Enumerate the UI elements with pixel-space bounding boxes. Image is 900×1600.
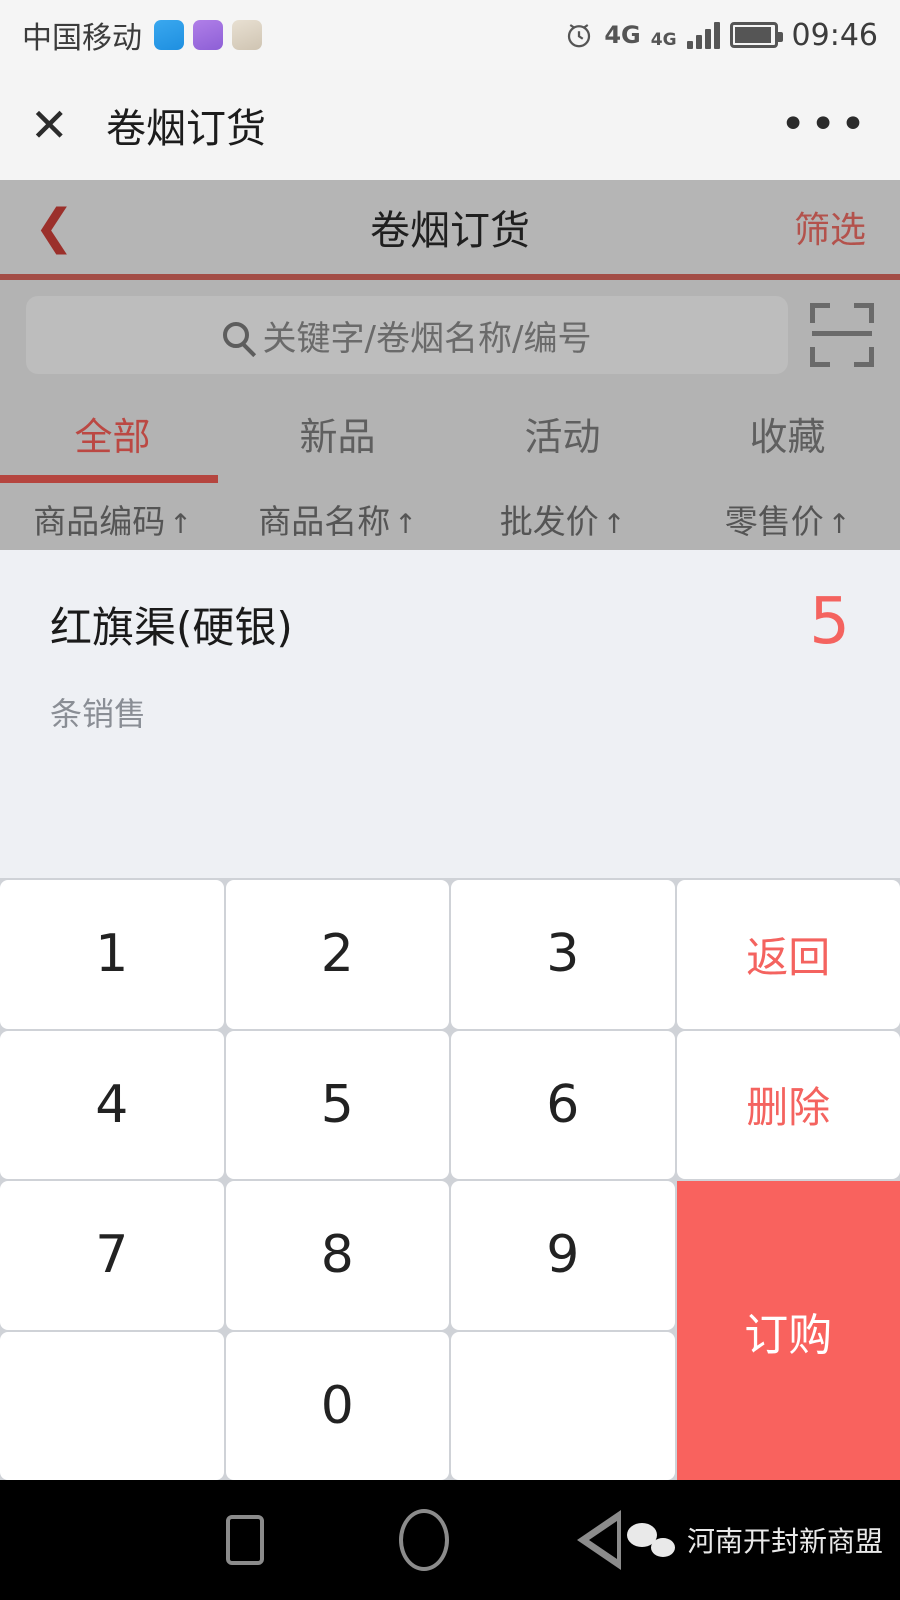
wechat-logo-icon bbox=[627, 1523, 675, 1557]
status-bar: 中国移动 4G 4G 09:46 bbox=[0, 0, 900, 70]
key-5[interactable]: 5 bbox=[225, 1030, 449, 1179]
key-8[interactable]: 8 bbox=[225, 1181, 449, 1330]
sheet-header: 红旗渠(硬银) 5 bbox=[0, 550, 900, 655]
sort-product-code[interactable]: 商品编码 ↑ bbox=[0, 495, 225, 543]
key-2[interactable]: 2 bbox=[225, 880, 449, 1029]
signal-icon bbox=[686, 21, 720, 49]
clock-label: 09:46 bbox=[791, 17, 878, 53]
sort-wholesale-price[interactable]: 批发价 ↑ bbox=[450, 495, 675, 543]
unit-label: 条销售 bbox=[50, 695, 147, 733]
numeric-keypad: 1 2 3 返回 4 5 6 删除 7 8 9 订购 0 bbox=[0, 878, 900, 1480]
carrier-label: 中国移动 bbox=[22, 21, 142, 56]
tab-favorites[interactable]: 收藏 bbox=[675, 390, 900, 483]
app-nav-bar: ❮ 卷烟订货 筛选 bbox=[0, 180, 900, 280]
status-right-icons: 4G 4G 09:46 bbox=[564, 18, 878, 53]
key-blank-right[interactable] bbox=[451, 1331, 675, 1480]
key-9[interactable]: 9 bbox=[451, 1181, 675, 1330]
scan-icon[interactable] bbox=[810, 303, 874, 367]
app-icon-blue bbox=[154, 20, 184, 50]
sort-arrow-icon: ↑ bbox=[169, 509, 192, 540]
search-placeholder: 关键字/卷烟名称/编号 bbox=[262, 318, 592, 359]
phone-screen: 中国移动 4G 4G 09:46 ✕ 卷烟订货 ••• ❮ 卷烟订货 筛选 关键… bbox=[0, 0, 900, 1600]
search-icon bbox=[222, 322, 249, 348]
key-confirm-order[interactable]: 订购 bbox=[676, 1181, 900, 1480]
alarm-icon bbox=[568, 24, 591, 48]
sort-product-code-label: 商品编码 bbox=[33, 502, 166, 541]
sort-wholesale-price-label: 批发价 bbox=[499, 502, 599, 541]
search-row: 关键字/卷烟名称/编号 bbox=[0, 280, 900, 390]
watermark-label: 河南开封新商盟 bbox=[687, 1525, 884, 1558]
app-icon-beige bbox=[232, 20, 262, 50]
quantity-value: 5 bbox=[809, 585, 850, 659]
sheet-product-name: 红旗渠(硬银) bbox=[50, 603, 293, 652]
tab-all[interactable]: 全部 bbox=[0, 390, 225, 483]
more-menu-icon[interactable]: ••• bbox=[780, 103, 870, 147]
android-nav-bar: 河南开封新商盟 bbox=[0, 1480, 900, 1600]
key-delete[interactable]: 删除 bbox=[676, 1030, 900, 1179]
status-app-icons bbox=[154, 20, 262, 50]
key-0[interactable]: 0 bbox=[225, 1331, 449, 1480]
active-tab-indicator bbox=[0, 475, 218, 483]
key-blank-left[interactable] bbox=[0, 1331, 224, 1480]
filter-button[interactable]: 筛选 bbox=[794, 201, 866, 253]
key-1[interactable]: 1 bbox=[0, 880, 224, 1029]
circle-icon[interactable] bbox=[399, 1509, 449, 1571]
sort-arrow-icon: ↑ bbox=[394, 509, 417, 540]
key-back[interactable]: 返回 bbox=[676, 880, 900, 1029]
square-icon[interactable] bbox=[226, 1515, 264, 1565]
network-label: 4G bbox=[604, 21, 641, 49]
nav-title: 卷烟订货 bbox=[370, 208, 530, 254]
back-icon[interactable]: ❮ bbox=[34, 203, 74, 251]
category-tabs: 全部 新品 活动 收藏 bbox=[0, 390, 900, 483]
battery-icon bbox=[729, 22, 783, 48]
page-title: 卷烟订货 bbox=[106, 106, 266, 152]
network-secondary-label: 4G bbox=[650, 29, 677, 50]
key-3[interactable]: 3 bbox=[451, 880, 675, 1029]
sort-retail-price-label: 零售价 bbox=[724, 502, 824, 541]
sort-product-name[interactable]: 商品名称 ↑ bbox=[225, 495, 450, 543]
app-icon-purple bbox=[193, 20, 223, 50]
key-7[interactable]: 7 bbox=[0, 1181, 224, 1330]
sort-retail-price[interactable]: 零售价 ↑ bbox=[675, 495, 900, 543]
key-4[interactable]: 4 bbox=[0, 1030, 224, 1179]
triangle-back-icon[interactable] bbox=[577, 1510, 621, 1570]
close-icon[interactable]: ✕ bbox=[30, 102, 80, 148]
sort-product-name-label: 商品名称 bbox=[258, 502, 391, 541]
order-quantity-sheet: 红旗渠(硬银) 5 条销售 1 2 3 返回 4 5 6 删除 7 8 9 订购… bbox=[0, 550, 900, 1480]
wechat-header: ✕ 卷烟订货 ••• bbox=[0, 70, 900, 180]
watermark: 河南开封新商盟 bbox=[627, 1520, 883, 1560]
tab-promo[interactable]: 活动 bbox=[450, 390, 675, 483]
key-6[interactable]: 6 bbox=[451, 1030, 675, 1179]
sort-arrow-icon: ↑ bbox=[602, 509, 626, 540]
tab-new[interactable]: 新品 bbox=[225, 390, 450, 483]
sort-arrow-icon: ↑ bbox=[827, 509, 851, 540]
search-input[interactable]: 关键字/卷烟名称/编号 bbox=[26, 296, 788, 374]
